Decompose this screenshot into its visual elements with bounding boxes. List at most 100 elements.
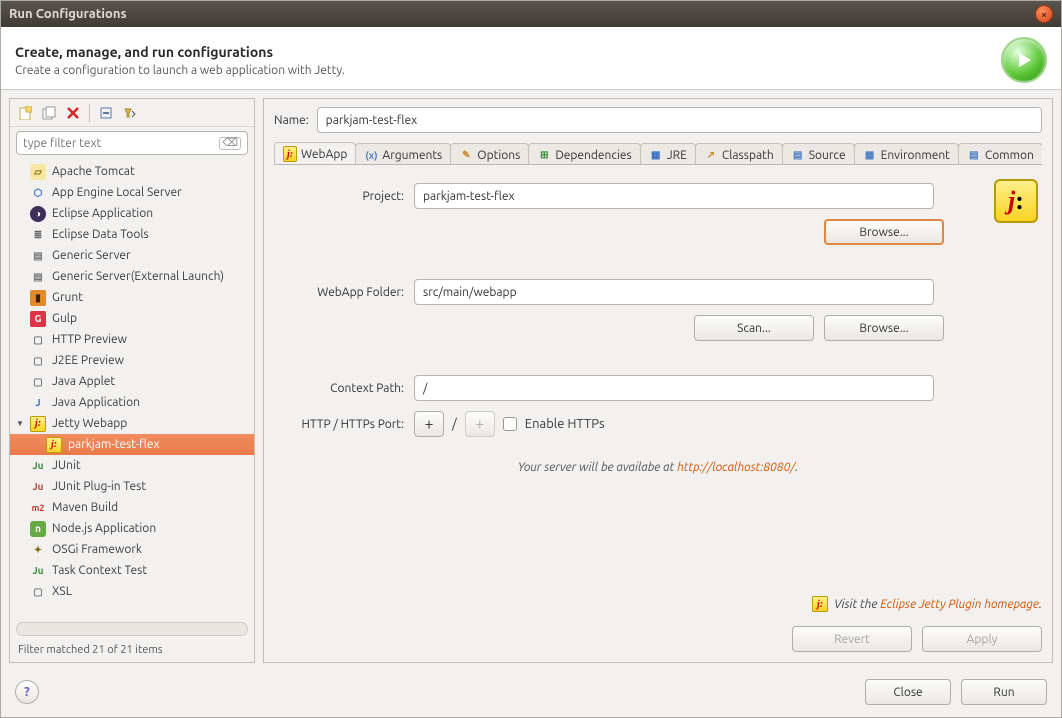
filter-config-icon[interactable] — [119, 102, 141, 124]
xsl-icon: ▢ — [30, 584, 46, 600]
tab-arguments[interactable]: (x)Arguments — [355, 143, 451, 165]
junit-icon: Ju — [30, 458, 46, 474]
maven-icon: m2 — [30, 500, 46, 516]
classpath-tab-icon: ↗ — [704, 148, 718, 162]
jetty-icon: j: — [812, 596, 828, 612]
context-path-input[interactable] — [414, 375, 934, 401]
tab-label: Source — [809, 149, 846, 162]
project-browse-button[interactable]: Browse... — [824, 219, 944, 245]
titlebar: Run Configurations × — [1, 1, 1061, 27]
webapp-browse-button[interactable]: Browse... — [824, 315, 944, 341]
tab-label: JRE — [667, 149, 687, 162]
tree-item-generic-server[interactable]: ▤Generic Server — [10, 245, 254, 266]
tree-item-label: XSL — [52, 585, 72, 598]
tab-webapp[interactable]: j:WebApp — [274, 142, 356, 165]
clear-filter-icon[interactable]: ⌫ — [219, 137, 241, 150]
dependencies-tab-icon: ⊞ — [537, 148, 551, 162]
tree-item-label: OSGi Framework — [52, 543, 142, 556]
tree-item-task-context-test[interactable]: Ju Task Context Test — [10, 560, 254, 581]
filter-box[interactable]: ⌫ — [16, 131, 248, 155]
window-title: Run Configurations — [9, 7, 127, 21]
eclipse-icon: ◑ — [30, 206, 46, 222]
tree-item-jetty-webapp[interactable]: j: Jetty Webapp — [10, 413, 254, 434]
server-url-link[interactable]: http://localhost:8080/ — [677, 461, 795, 474]
tree-item-http-preview[interactable]: ▢ HTTP Preview — [10, 329, 254, 350]
tree-item-node-js-application[interactable]: n Node.js Application — [10, 518, 254, 539]
webapp-tab-body: j: Project: Browse... WebApp Folder: — [274, 165, 1042, 480]
header-title: Create, manage, and run configurations — [15, 44, 1001, 60]
tree-item-eclipse-application[interactable]: ◑ Eclipse Application — [10, 203, 254, 224]
tab-environment[interactable]: ▦Environment — [854, 143, 959, 165]
tree-item-java-applet[interactable]: ▢Java Applet — [10, 371, 254, 392]
http-icon: ▢ — [30, 332, 46, 348]
scan-button[interactable]: Scan... — [694, 315, 814, 341]
tree-item-label: Maven Build — [52, 501, 118, 514]
task-icon: Ju — [30, 563, 46, 579]
enable-https-label: Enable HTTPs — [525, 417, 605, 431]
tree-item-label: Eclipse Data Tools — [52, 228, 149, 241]
tree-item-label: Task Context Test — [52, 564, 147, 577]
tree-item-parkjam-test-flex[interactable]: j:parkjam-test-flex — [10, 434, 254, 455]
collapse-all-icon[interactable] — [95, 102, 117, 124]
tree-item-app-engine-local-server[interactable]: ⬡ App Engine Local Server — [10, 182, 254, 203]
node-icon: n — [30, 521, 46, 537]
jetty-logo-icon: j: — [994, 179, 1038, 223]
help-icon[interactable]: ? — [15, 680, 39, 704]
tree-item-generic-server-external-launch-[interactable]: ▤Generic Server(External Launch) — [10, 266, 254, 287]
tree-item-apache-tomcat[interactable]: ▱Apache Tomcat — [10, 161, 254, 182]
delete-config-icon[interactable] — [62, 102, 84, 124]
tab-common[interactable]: ▤Common — [958, 143, 1042, 165]
new-config-icon[interactable] — [14, 102, 36, 124]
tree-item-java-application[interactable]: JJava Application — [10, 392, 254, 413]
arguments-tab-icon: (x) — [364, 148, 378, 162]
webapp-folder-input[interactable] — [414, 279, 934, 305]
horizontal-scrollbar[interactable] — [16, 622, 248, 636]
duplicate-config-icon[interactable] — [38, 102, 60, 124]
jre-tab-icon: ▦ — [649, 148, 663, 162]
tree-item-osgi-framework[interactable]: ✦OSGi Framework — [10, 539, 254, 560]
tab-classpath[interactable]: ↗Classpath — [695, 143, 783, 165]
tree-item-j2ee-preview[interactable]: ▢J2EE Preview — [10, 350, 254, 371]
webapp-tab-icon: j: — [283, 147, 297, 161]
appengine-icon: ⬡ — [30, 185, 46, 201]
grunt-icon: ▮ — [30, 290, 46, 306]
homepage-link[interactable]: Eclipse Jetty Plugin homepage — [880, 598, 1039, 611]
project-input[interactable] — [414, 183, 934, 209]
tab-jre[interactable]: ▦ JRE — [640, 143, 696, 165]
tree-item-junit-plug-in-test[interactable]: JuJUnit Plug-in Test — [10, 476, 254, 497]
tree-item-label: Node.js Application — [52, 522, 156, 535]
tree-item-xsl[interactable]: ▢ XSL — [10, 581, 254, 602]
tree-item-label: Jetty Webapp — [52, 417, 127, 430]
header-subtitle: Create a configuration to launch a web a… — [15, 64, 1001, 77]
filter-status: Filter matched 21 of 21 items — [10, 640, 254, 662]
jetty-icon: j: — [30, 416, 46, 432]
left-toolbar — [10, 99, 254, 127]
tree-item-maven-build[interactable]: m2 Maven Build — [10, 497, 254, 518]
revert-button: Revert — [792, 626, 912, 652]
tree-item-label: HTTP Preview — [52, 333, 127, 346]
tree-item-gulp[interactable]: GGulp — [10, 308, 254, 329]
environment-tab-icon: ▦ — [863, 148, 877, 162]
tree-item-eclipse-data-tools[interactable]: ≣Eclipse Data Tools — [10, 224, 254, 245]
close-icon[interactable]: × — [1035, 5, 1053, 23]
close-button[interactable]: Close — [865, 679, 951, 705]
filter-input[interactable] — [23, 137, 219, 150]
tab-dependencies[interactable]: ⊞Dependencies — [528, 143, 640, 165]
tree-item-junit[interactable]: Ju JUnit — [10, 455, 254, 476]
name-input[interactable] — [317, 107, 1042, 133]
junitplug-icon: Ju — [30, 479, 46, 495]
tree-item-label: J2EE Preview — [52, 354, 124, 367]
tree-item-label: Eclipse Application — [52, 207, 153, 220]
tab-source[interactable]: ▤Source — [782, 143, 855, 165]
server-icon: ▤ — [30, 248, 46, 264]
tree-item-grunt[interactable]: ▮Grunt — [10, 287, 254, 308]
http-port-button[interactable]: + — [414, 411, 444, 437]
tree-item-label: JUnit — [52, 459, 81, 472]
tab-options[interactable]: ✎Options — [450, 143, 529, 165]
enable-https-checkbox[interactable] — [503, 417, 517, 431]
tab-label: Common — [985, 149, 1034, 162]
tree-item-label: App Engine Local Server — [52, 186, 182, 199]
run-button[interactable]: Run — [961, 679, 1047, 705]
run-orb-icon — [1001, 37, 1047, 83]
config-tree[interactable]: ▱Apache Tomcat ⬡ App Engine Local Server ◑ E… — [10, 159, 254, 618]
